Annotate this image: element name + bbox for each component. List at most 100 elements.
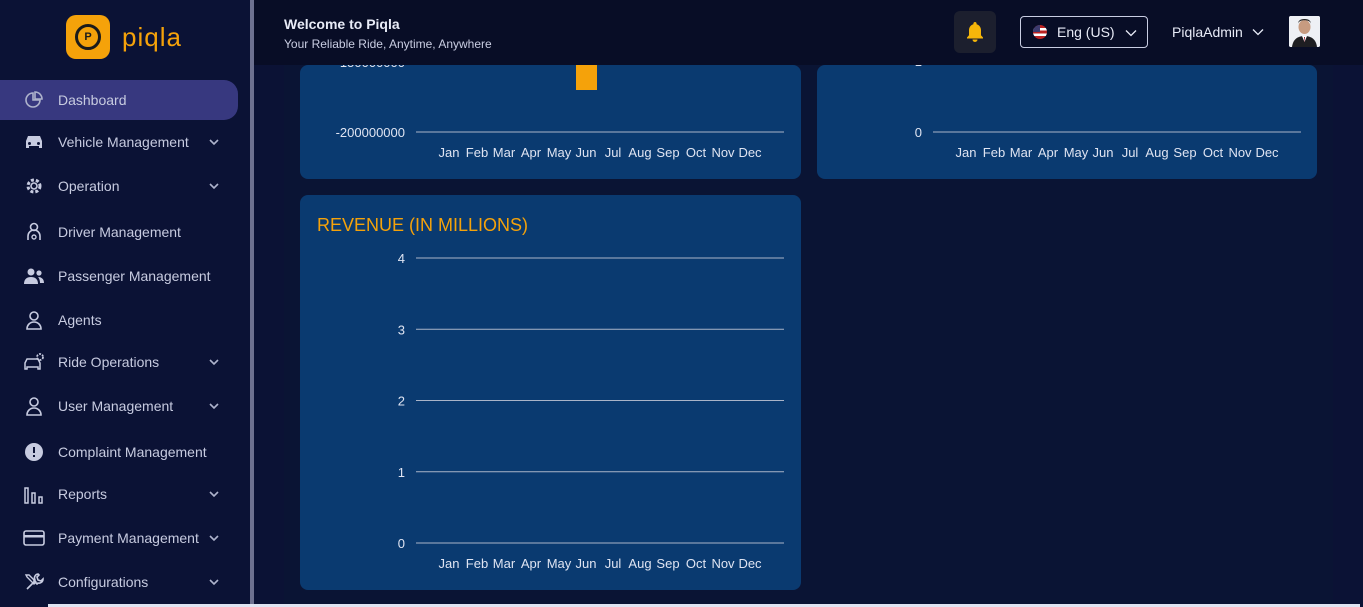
x-tick-label: Mar <box>493 145 516 160</box>
y-tick-label: 4 <box>398 251 405 266</box>
revenue-chart: 0 1 2 3 4 Jan Feb Mar Apr May Jun Jul Aug Sep Oct Nov De… <box>398 251 784 571</box>
x-tick-label: Aug <box>628 145 651 160</box>
logo[interactable]: P piqla <box>66 15 182 59</box>
sidebar-item-label: Payment Management <box>58 530 199 546</box>
top-header: Welcome to Piqla Your Reliable Ride, Any… <box>254 0 1363 65</box>
x-tick-label: Jan <box>439 145 460 160</box>
chart-card-1: -150000000 -200000000 Jan Feb Mar Apr May Jun Ju… <box>300 55 801 179</box>
y-tick-label: 0 <box>915 125 922 140</box>
logo-badge-icon: P <box>66 15 110 59</box>
x-tick-label: Nov <box>1228 145 1252 160</box>
x-tick-label: May <box>547 556 572 571</box>
chevron-down-icon <box>1125 30 1137 37</box>
users-icon <box>22 264 46 288</box>
alert-circle-icon <box>22 440 46 464</box>
chevron-down-icon[interactable] <box>208 532 220 544</box>
driver-icon <box>22 220 46 244</box>
chevron-down-icon[interactable] <box>208 180 220 192</box>
sidebar-item-payment-management[interactable]: Payment Management <box>0 518 238 558</box>
x-tick-label: Jul <box>1122 145 1139 160</box>
y-tick-label: 0 <box>398 536 405 551</box>
x-tick-label: Aug <box>1145 145 1168 160</box>
chevron-down-icon[interactable] <box>208 576 220 588</box>
sidebar-item-dashboard[interactable]: Dashboard <box>0 80 238 120</box>
x-tick-label: Feb <box>466 556 488 571</box>
x-tick-label: Oct <box>686 145 707 160</box>
x-tick-label: Dec <box>1255 145 1279 160</box>
chevron-down-icon[interactable] <box>208 400 220 412</box>
y-tick-label: -150000000 <box>336 65 405 70</box>
x-tick-label: Jun <box>1093 145 1114 160</box>
chart-1: -150000000 -200000000 Jan Feb Mar Apr May Jun Ju… <box>336 55 784 160</box>
sidebar-item-complaint-management[interactable]: Complaint Management <box>0 432 238 472</box>
logo-badge-letter: P <box>75 24 101 50</box>
sidebar-scrollbar[interactable] <box>250 0 254 607</box>
x-tick-label: Jun <box>576 556 597 571</box>
revenue-chart-card: REVENUE (IN MILLIONS) 0 1 2 3 4 Jan Feb Mar Apr M… <box>300 195 801 590</box>
avatar-image <box>1289 16 1320 47</box>
sidebar-item-configurations[interactable]: Configurations <box>0 562 238 602</box>
bar <box>576 65 597 90</box>
y-tick-label: 2 <box>398 394 405 409</box>
sidebar: P piqla Dashboard Vehicle Management Opera… <box>0 0 250 607</box>
x-tick-label: Apr <box>521 556 542 571</box>
x-tick-label: Jul <box>605 556 622 571</box>
sidebar-item-label: Ride Operations <box>58 354 160 370</box>
chevron-down-icon[interactable] <box>208 136 220 148</box>
language-select[interactable]: Eng (US) <box>1020 16 1148 48</box>
tools-icon <box>22 570 46 594</box>
sidebar-item-vehicle-management[interactable]: Vehicle Management <box>0 122 238 162</box>
chart-card-2: 1 0 Jan Feb Mar Apr May Jun Jul Aug Sep Oct NovDec <box>817 54 1317 179</box>
car-icon <box>22 130 46 154</box>
bell-icon <box>967 22 983 42</box>
avatar[interactable] <box>1289 16 1320 47</box>
sidebar-item-label: Vehicle Management <box>58 134 189 150</box>
x-tick-label: Jan <box>956 145 977 160</box>
bar-chart-icon <box>22 482 46 506</box>
brand-name: piqla <box>122 21 182 52</box>
x-tick-label: May <box>1064 145 1089 160</box>
x-tick-label: Sep <box>656 145 679 160</box>
notifications-button[interactable] <box>954 11 996 53</box>
x-tick-label: Sep <box>1173 145 1196 160</box>
language-value: Eng (US) <box>1057 24 1115 40</box>
pie-chart-icon <box>22 88 46 112</box>
user-icon <box>22 308 46 332</box>
chevron-down-icon[interactable] <box>208 488 220 500</box>
sidebar-item-label: User Management <box>58 398 174 414</box>
x-tick-label: Feb <box>983 145 1005 160</box>
chevron-down-icon[interactable] <box>1252 26 1264 38</box>
x-tick-label: Jul <box>605 145 622 160</box>
sidebar-item-label: Driver Management <box>58 224 181 240</box>
sidebar-item-user-management[interactable]: User Management <box>0 386 238 426</box>
chevron-down-icon[interactable] <box>208 356 220 368</box>
sidebar-item-label: Dashboard <box>58 92 127 108</box>
x-tick-label: May <box>547 145 572 160</box>
credit-card-icon <box>22 526 46 550</box>
welcome-subtitle: Your Reliable Ride, Anytime, Anywhere <box>284 37 492 51</box>
sidebar-item-label: Agents <box>58 312 102 328</box>
sidebar-item-driver-management[interactable]: Driver Management <box>0 212 238 252</box>
welcome-title: Welcome to Piqla <box>284 16 400 32</box>
y-tick-label: -200000000 <box>336 125 405 140</box>
x-tick-label: Oct <box>1203 145 1224 160</box>
sidebar-item-label: Reports <box>58 486 108 502</box>
chart-2: 1 0 Jan Feb Mar Apr May Jun Jul Aug Sep Oct NovDec <box>915 54 1301 160</box>
car-gear-icon <box>22 350 46 374</box>
sidebar-item-reports[interactable]: Reports <box>0 474 238 514</box>
x-tick-label: Mar <box>493 556 516 571</box>
x-tick-label: Jun <box>576 145 597 160</box>
x-tick-label: Dec <box>738 145 762 160</box>
sidebar-item-ride-operations[interactable]: Ride Operations <box>0 342 238 382</box>
sidebar-item-label: Configurations <box>58 574 149 590</box>
user-menu-name[interactable]: PiqlaAdmin <box>1172 24 1243 40</box>
sidebar-item-passenger-management[interactable]: Passenger Management <box>0 256 238 296</box>
sidebar-item-label: Passenger Management <box>58 268 211 284</box>
x-tick-label: Jan <box>439 556 460 571</box>
y-tick-label: 3 <box>398 322 405 337</box>
x-tick-label: Aug <box>628 556 651 571</box>
x-tick-label: Dec <box>738 556 762 571</box>
sidebar-item-agents[interactable]: Agents <box>0 300 238 340</box>
us-flag-icon <box>1033 25 1047 39</box>
sidebar-item-operation[interactable]: Operation <box>0 166 238 206</box>
